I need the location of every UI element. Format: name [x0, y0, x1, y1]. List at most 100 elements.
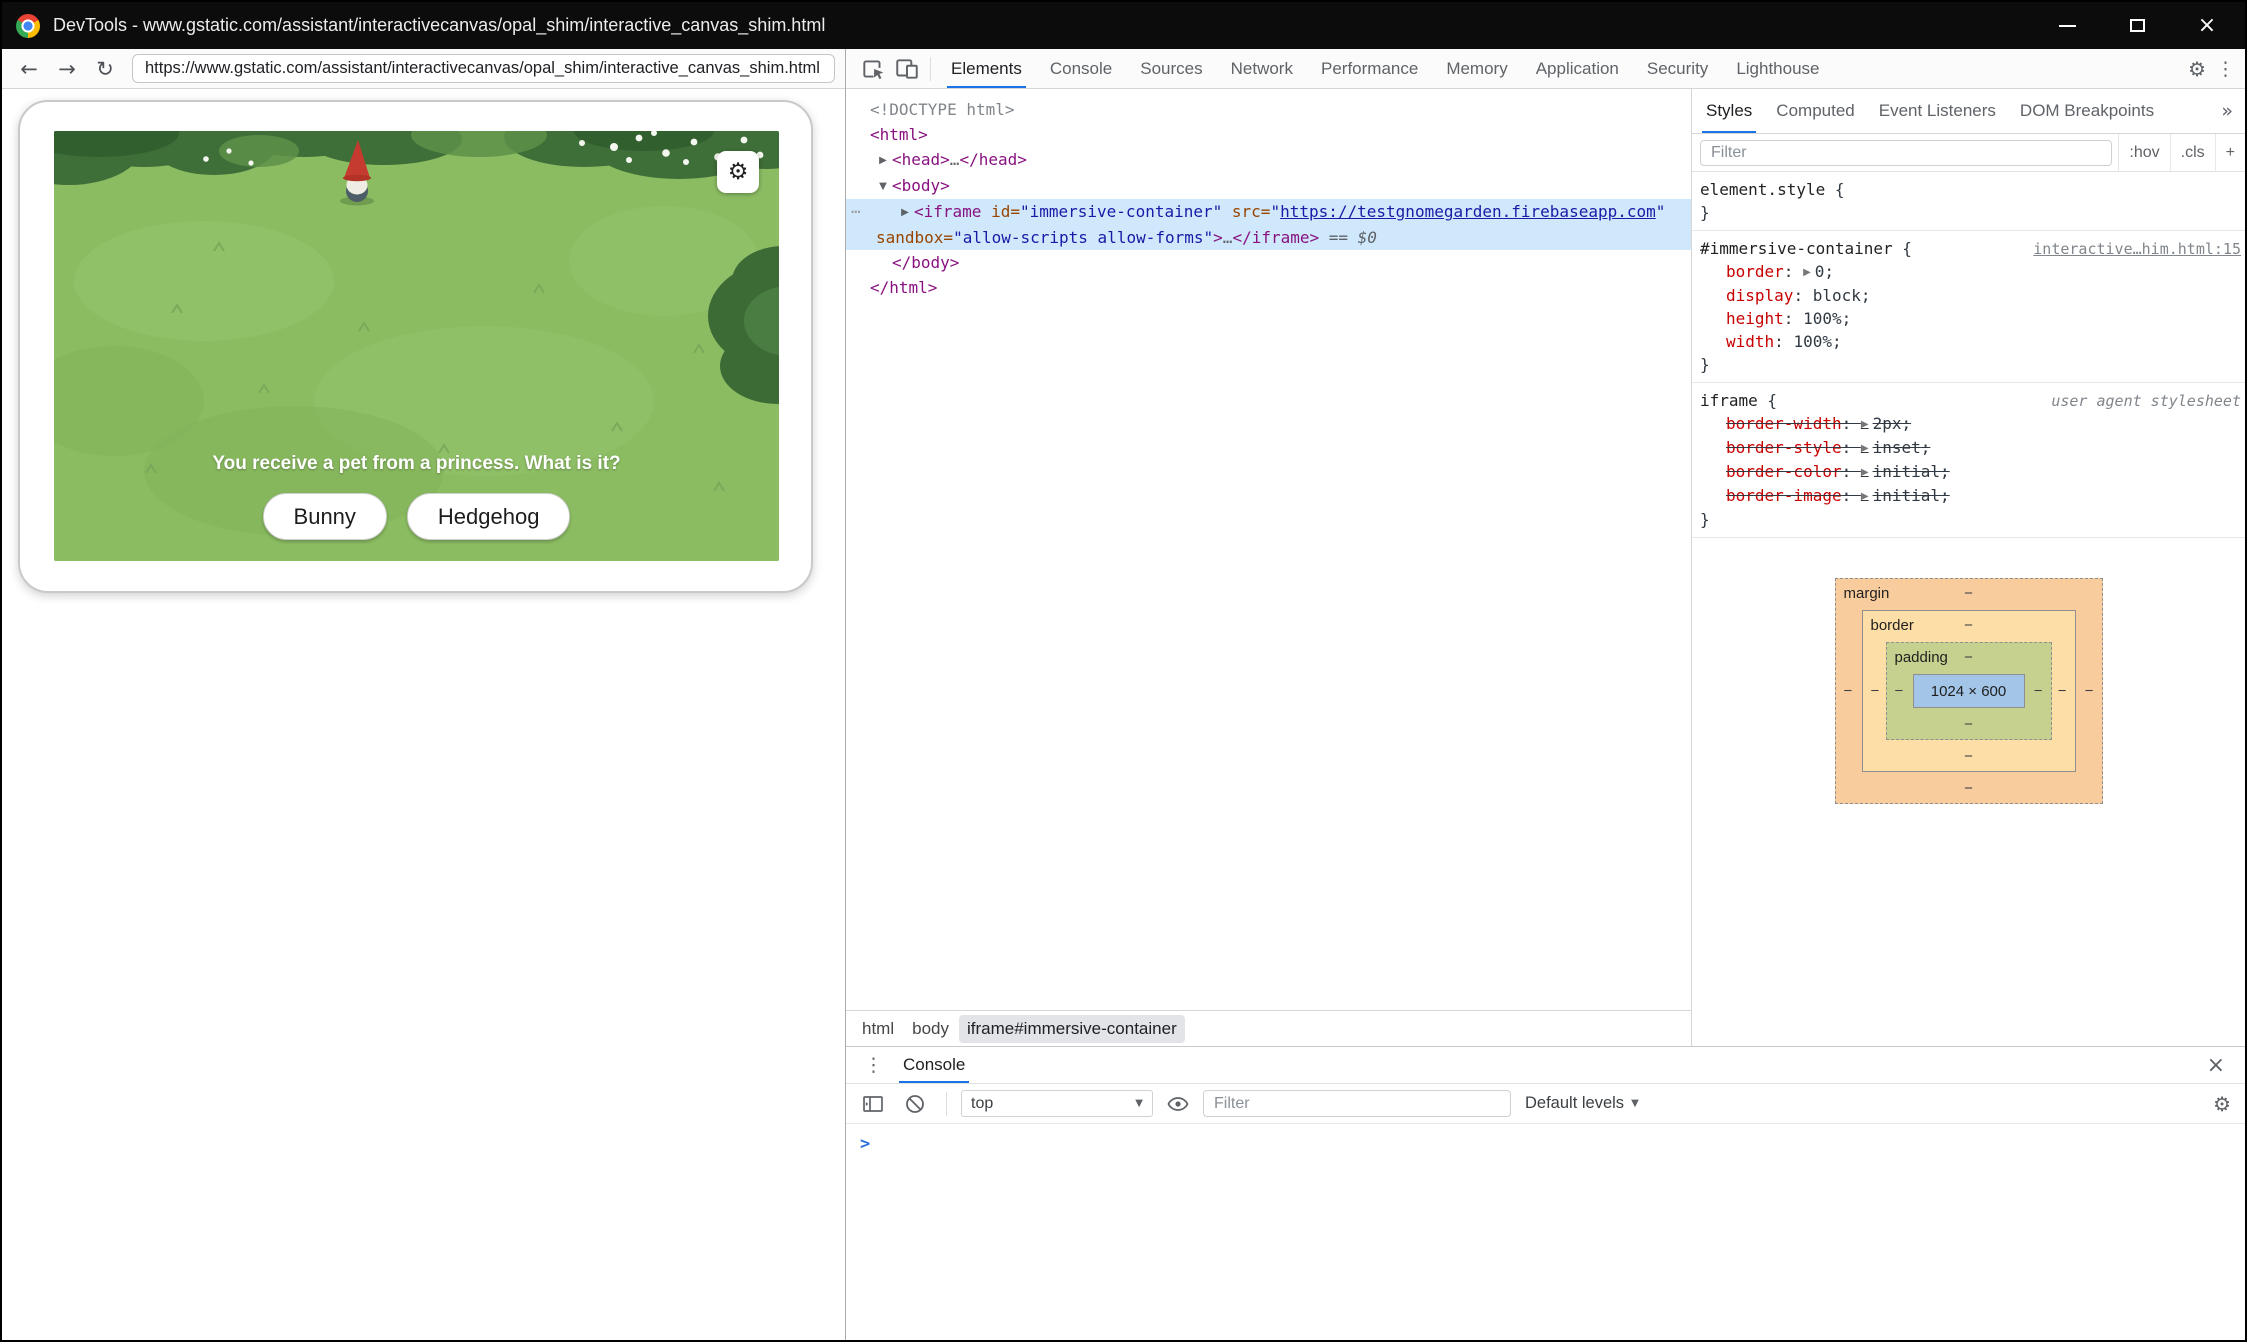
dom-line[interactable]: sandbox="allow-scripts allow-forms">…</i… [846, 225, 1691, 250]
css-property[interactable]: border-image: ▶initial; [1700, 484, 2239, 508]
title-bar: DevTools - www.gstatic.com/assistant/int… [2, 2, 2245, 49]
rule-source-link[interactable]: interactive…him.html:15 [2033, 238, 2241, 261]
expand-icon[interactable]: ▶ [874, 148, 892, 173]
expand-icon[interactable]: ▶ [896, 200, 914, 225]
devtools-tab-performance[interactable]: Performance [1307, 49, 1432, 88]
live-expression-eye-icon[interactable] [1161, 1087, 1195, 1121]
devtools-tab-lighthouse[interactable]: Lighthouse [1722, 49, 1833, 88]
dom-line[interactable]: <html> [846, 122, 1691, 147]
console-prompt-icon: > [860, 1134, 870, 1154]
devtools-tab-application[interactable]: Application [1522, 49, 1633, 88]
expand-icon[interactable]: ▶ [1803, 267, 1811, 278]
console-settings-icon[interactable]: ⚙ [2213, 1092, 2231, 1116]
more-actions-icon[interactable]: … [851, 195, 862, 220]
style-rule: interactive…him.html:15#immersive-contai… [1692, 231, 2245, 383]
reload-icon[interactable]: ↻ [88, 53, 122, 85]
choice-button-hedgehog[interactable]: Hedgehog [407, 493, 571, 540]
dom-line[interactable]: </html> [846, 275, 1691, 300]
dom-line[interactable]: </body> [846, 250, 1691, 275]
css-property[interactable]: height: 100%; [1700, 307, 2239, 330]
breadcrumbs: htmlbodyiframe#immersive-container [846, 1010, 1691, 1046]
more-tabs-icon[interactable]: » [2211, 100, 2243, 122]
console-sidebar-icon[interactable] [856, 1087, 890, 1121]
styles-toggle[interactable]: + [2215, 134, 2245, 171]
styles-tab-computed[interactable]: Computed [1764, 89, 1866, 133]
console-log-area[interactable]: > [846, 1124, 2245, 1340]
css-property[interactable]: border-style: ▶inset; [1700, 436, 2239, 460]
css-property[interactable]: border-color: ▶initial; [1700, 460, 2239, 484]
devtools-tabbar: ElementsConsoleSourcesNetworkPerformance… [937, 49, 1834, 88]
css-property[interactable]: display: block; [1700, 284, 2239, 307]
page-viewport: ⚙ You receive a pet from a princess. Wha… [2, 89, 845, 1340]
rule-source-link[interactable]: user agent stylesheet [2051, 390, 2241, 413]
styles-tab-styles[interactable]: Styles [1694, 89, 1764, 133]
console-filter-input[interactable] [1203, 1090, 1511, 1117]
box-model-content[interactable]: 1024 × 600 [1913, 674, 2025, 708]
devtools-tab-network[interactable]: Network [1217, 49, 1307, 88]
styles-filter-row: :hov.cls+ [1692, 134, 2245, 172]
console-toolbar: top ▼ Default levels ▼ ⚙ [846, 1084, 2245, 1124]
breadcrumb-item[interactable]: body [904, 1015, 957, 1043]
game-question-text: You receive a pet from a princess. What … [54, 453, 779, 475]
drawer-tab-console[interactable]: Console [897, 1047, 971, 1083]
device-toolbar-icon[interactable] [890, 52, 924, 86]
canvas-device-frame: ⚙ You receive a pet from a princess. Wha… [18, 100, 813, 593]
canvas-settings-button[interactable]: ⚙ [717, 151, 759, 193]
styles-toggle[interactable]: .cls [2170, 134, 2215, 171]
toolbar-divider [930, 57, 931, 81]
breadcrumb-item[interactable]: html [854, 1015, 902, 1043]
forward-icon[interactable]: → [50, 53, 84, 85]
drawer-menu-icon[interactable]: ⋮ [854, 1054, 893, 1076]
dom-line[interactable]: <!DOCTYPE html> [846, 97, 1691, 122]
css-property[interactable]: border: ▶0; [1700, 260, 2239, 284]
rule-selector: element.style { [1700, 178, 2239, 201]
devtools-tab-elements[interactable]: Elements [937, 49, 1036, 88]
styles-tab-event-listeners[interactable]: Event Listeners [1867, 89, 2008, 133]
chrome-logo-icon [16, 14, 40, 38]
box-model-padding[interactable]: padding − − − − 1024 × 600 [1886, 642, 2052, 740]
dom-line[interactable]: ▶<head>…</head> [846, 147, 1691, 173]
styles-tab-dom-breakpoints[interactable]: DOM Breakpoints [2008, 89, 2166, 133]
devtools-toolbar: ElementsConsoleSourcesNetworkPerformance… [846, 49, 2245, 89]
drawer-header: ⋮ Console × [846, 1047, 2245, 1084]
css-property[interactable]: border-width: ▶2px; [1700, 412, 2239, 436]
styles-toggle[interactable]: :hov [2118, 134, 2169, 171]
choice-button-bunny[interactable]: Bunny [263, 493, 387, 540]
devtools-tab-console[interactable]: Console [1036, 49, 1126, 88]
log-levels-dropdown[interactable]: Default levels ▼ [1519, 1094, 1645, 1113]
browser-navbar: ← → ↻ [2, 49, 845, 89]
devtools-settings-icon[interactable]: ⚙ [2188, 57, 2206, 81]
url-bar[interactable] [132, 54, 835, 83]
styles-filter-input[interactable] [1700, 140, 2112, 166]
expand-icon[interactable]: ▶ [1861, 467, 1869, 478]
back-icon[interactable]: ← [12, 53, 46, 85]
minimize-button[interactable] [2049, 11, 2085, 41]
devtools-menu-icon[interactable]: ⋮ [2216, 58, 2235, 80]
chevron-down-icon: ▼ [1631, 1098, 1639, 1109]
box-model: margin − − − − border − − − − [1692, 578, 2245, 804]
dom-line[interactable]: ▼<body> [846, 173, 1691, 199]
dom-line[interactable]: …▶<iframe id="immersive-container" src="… [846, 199, 1691, 225]
devtools-tab-sources[interactable]: Sources [1126, 49, 1216, 88]
close-button[interactable]: × [2189, 11, 2225, 41]
maximize-button[interactable] [2119, 11, 2155, 41]
box-model-margin[interactable]: margin − − − − border − − − − [1835, 578, 2103, 804]
clear-console-icon[interactable] [898, 1087, 932, 1121]
expand-icon[interactable]: ▶ [1861, 419, 1869, 430]
toolbar-divider [946, 1092, 947, 1116]
devtools-tab-security[interactable]: Security [1633, 49, 1722, 88]
devtools-tab-memory[interactable]: Memory [1432, 49, 1521, 88]
styles-tabbar: StylesComputedEvent ListenersDOM Breakpo… [1692, 89, 2245, 134]
devtools-window: DevTools - www.gstatic.com/assistant/int… [0, 0, 2247, 1342]
style-rule: user agent stylesheetiframe {border-widt… [1692, 383, 2245, 538]
expand-icon[interactable]: ▶ [1861, 443, 1869, 454]
box-model-border[interactable]: border − − − − padding − − − [1862, 610, 2076, 772]
inspect-element-icon[interactable] [856, 52, 890, 86]
drawer-close-icon[interactable]: × [2195, 1053, 2237, 1078]
execution-context-selector[interactable]: top ▼ [961, 1090, 1153, 1117]
expand-icon[interactable]: ▶ [1861, 491, 1869, 502]
collapse-icon[interactable]: ▼ [874, 174, 892, 199]
game-canvas: ⚙ You receive a pet from a princess. Wha… [54, 131, 779, 561]
css-property[interactable]: width: 100%; [1700, 330, 2239, 353]
breadcrumb-item[interactable]: iframe#immersive-container [959, 1015, 1185, 1043]
